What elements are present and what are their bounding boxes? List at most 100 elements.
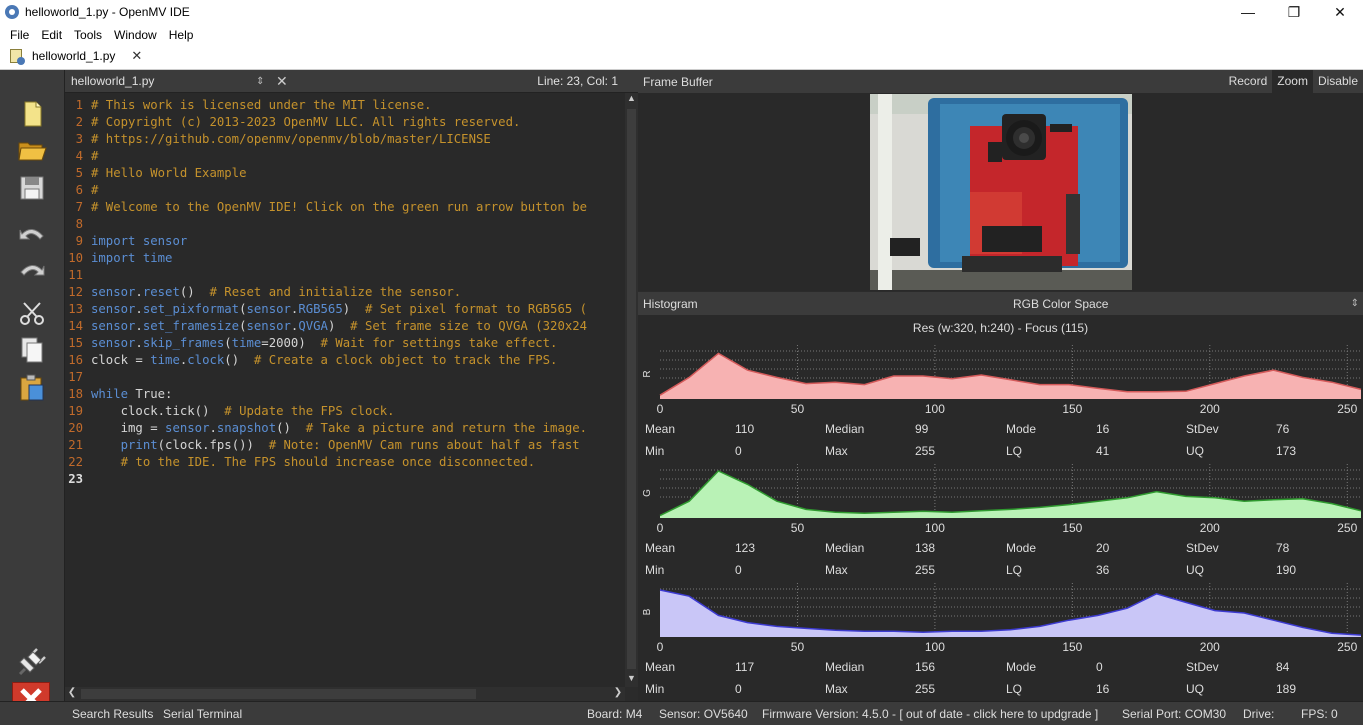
fps-label: FPS: 0 [1301, 707, 1338, 721]
code-token: sensor [246, 319, 291, 333]
editor-horizontal-scrollbar[interactable]: ❮ ❯ [65, 687, 625, 701]
stat-value-mean: 117 [735, 660, 755, 674]
code-token: sensor [246, 302, 291, 316]
file-switcher-arrows-icon[interactable]: ⇕ [256, 76, 276, 87]
paste-button[interactable] [14, 372, 50, 404]
line-number: 8 [75, 217, 83, 231]
new-file-button[interactable] [14, 98, 50, 130]
code-line[interactable]: 2 # Copyright (c) 2013-2023 OpenMV LLC. A… [65, 114, 625, 131]
stat-value-mode: 0 [1096, 660, 1103, 674]
code-token: while [91, 387, 129, 401]
code-line[interactable]: 21 print(clock.fps()) # Note: OpenMV Cam… [65, 437, 625, 454]
scroll-right-icon[interactable]: ❯ [611, 687, 625, 701]
scroll-up-icon[interactable]: ▲ [625, 93, 638, 107]
redo-button[interactable] [14, 256, 50, 288]
color-space-arrows-icon[interactable]: ⇕ [1351, 298, 1359, 309]
copy-button[interactable] [14, 334, 50, 366]
stat-label: Mode [1006, 541, 1037, 555]
code-line[interactable]: 7 # Welcome to the OpenMV IDE! Click on t… [65, 199, 625, 216]
stat-label: Median [825, 422, 865, 436]
close-window-button[interactable]: ✕ [1317, 0, 1363, 24]
stat-label: Median [825, 541, 865, 555]
code-token: img = [91, 421, 166, 435]
code-token: # https://github.com/openmv/openmv/blob/… [91, 132, 491, 146]
search-results-tab[interactable]: Search Results [72, 707, 153, 721]
editor-filename[interactable]: helloworld_1.py [71, 74, 256, 88]
code-token: () [224, 353, 254, 367]
menu-file[interactable]: File [4, 28, 35, 42]
code-line[interactable]: 23 [65, 471, 625, 488]
code-line[interactable]: 3 # https://github.com/openmv/openmv/blob… [65, 131, 625, 148]
code-line[interactable]: 14 sensor.set_framesize(sensor.QVGA) # Se… [65, 318, 625, 335]
code-token: time [142, 251, 173, 265]
menu-edit[interactable]: Edit [35, 28, 68, 42]
editor-header: helloworld_1.py ⇕ ✕ Line: 23, Col: 1 [65, 70, 638, 93]
code-line[interactable]: 16 clock = time.clock() # Create a clock … [65, 352, 625, 369]
menu-help[interactable]: Help [163, 28, 200, 42]
save-button[interactable] [14, 172, 50, 204]
scrollbar-thumb[interactable] [81, 689, 476, 699]
cut-button[interactable] [14, 298, 50, 330]
stat-value-min: 0 [735, 444, 742, 458]
axis-tick-label: 200 [1200, 521, 1220, 535]
disable-button[interactable]: Disable [1313, 70, 1363, 93]
editor-vertical-scrollbar[interactable]: ▲ ▼ [625, 93, 638, 687]
close-editor-icon[interactable]: ✕ [276, 73, 288, 90]
scroll-down-icon[interactable]: ▼ [625, 673, 638, 687]
code-line[interactable]: 4 # [65, 148, 625, 165]
code-line[interactable]: 13 sensor.set_pixformat(sensor.RGB565) # … [65, 301, 625, 318]
code-editor[interactable]: 1 # This work is licensed under the MIT l… [65, 93, 625, 687]
code-line[interactable]: 10 import time [65, 250, 625, 267]
code-line[interactable]: 12 sensor.reset() # Reset and initialize … [65, 284, 625, 301]
histogram-title: Histogram [643, 296, 698, 311]
code-token: # Note: OpenMV Cam runs about half as fa… [268, 438, 580, 452]
code-line[interactable]: 5 # Hello World Example [65, 165, 625, 182]
open-file-button[interactable] [14, 134, 50, 166]
stat-value-lq: 16 [1096, 682, 1110, 696]
histogram-chart-r: R 0 50 100 150 200 250 [642, 345, 1362, 416]
line-number: 21 [68, 438, 83, 452]
code-line[interactable]: 17 [65, 369, 625, 386]
code-token: # Set frame size to QVGA (320x24 [350, 319, 588, 333]
zoom-button[interactable]: Zoom [1272, 70, 1313, 93]
scrollbar-thumb[interactable] [627, 109, 636, 669]
firmware-version-link[interactable]: Firmware Version: 4.5.0 - [ out of date … [762, 707, 1098, 721]
code-token: # Update the FPS clock. [224, 404, 395, 418]
code-line[interactable]: 8 [65, 216, 625, 233]
axis-tick-label: 0 [657, 640, 664, 654]
maximize-button[interactable]: ❐ [1271, 0, 1317, 24]
close-tab-icon[interactable]: ✕ [131, 48, 142, 64]
code-line[interactable]: 20 img = sensor.snapshot() # Take a pict… [65, 420, 625, 437]
code-line[interactable]: 22 # to the IDE. The FPS should increase… [65, 454, 625, 471]
line-number: 11 [68, 268, 83, 282]
connect-button[interactable] [14, 646, 50, 678]
scroll-left-icon[interactable]: ❮ [65, 687, 79, 701]
menu-tools[interactable]: Tools [68, 28, 108, 42]
code-line[interactable]: 1 # This work is licensed under the MIT l… [65, 97, 625, 114]
stat-value-max: 255 [915, 563, 936, 577]
histogram-chart-b: B 0 50 100 150 200 250 [642, 583, 1362, 654]
code-line[interactable]: 19 clock.tick() # Update the FPS clock. [65, 403, 625, 420]
stat-value-lq: 41 [1096, 444, 1110, 458]
copy-icon [21, 337, 43, 363]
record-button[interactable]: Record [1224, 70, 1273, 93]
code-line[interactable]: 15 sensor.skip_frames(time=2000) # Wait f… [65, 335, 625, 352]
undo-button[interactable] [14, 220, 50, 252]
histogram-stats-row: Mean 117 Median 156 Mode 0 StDev 84 [638, 660, 1363, 676]
stat-value-min: 0 [735, 563, 742, 577]
code-token: # Reset and initialize the sensor. [209, 285, 462, 299]
stat-label: Min [645, 682, 665, 696]
stat-value-uq: 190 [1276, 563, 1297, 577]
stat-value-min: 0 [735, 682, 742, 696]
stat-value-stdev: 84 [1276, 660, 1290, 674]
sensor-label: Sensor: OV5640 [659, 707, 748, 721]
document-tab[interactable]: helloworld_1.py ✕ [0, 45, 151, 69]
color-space-select[interactable]: RGB Color Space [1013, 297, 1108, 311]
menu-window[interactable]: Window [108, 28, 163, 42]
code-line[interactable]: 11 [65, 267, 625, 284]
code-line[interactable]: 18 while True: [65, 386, 625, 403]
serial-terminal-tab[interactable]: Serial Terminal [163, 707, 242, 721]
code-line[interactable]: 6 # [65, 182, 625, 199]
minimize-button[interactable]: — [1225, 0, 1271, 24]
code-line[interactable]: 9 import sensor [65, 233, 625, 250]
